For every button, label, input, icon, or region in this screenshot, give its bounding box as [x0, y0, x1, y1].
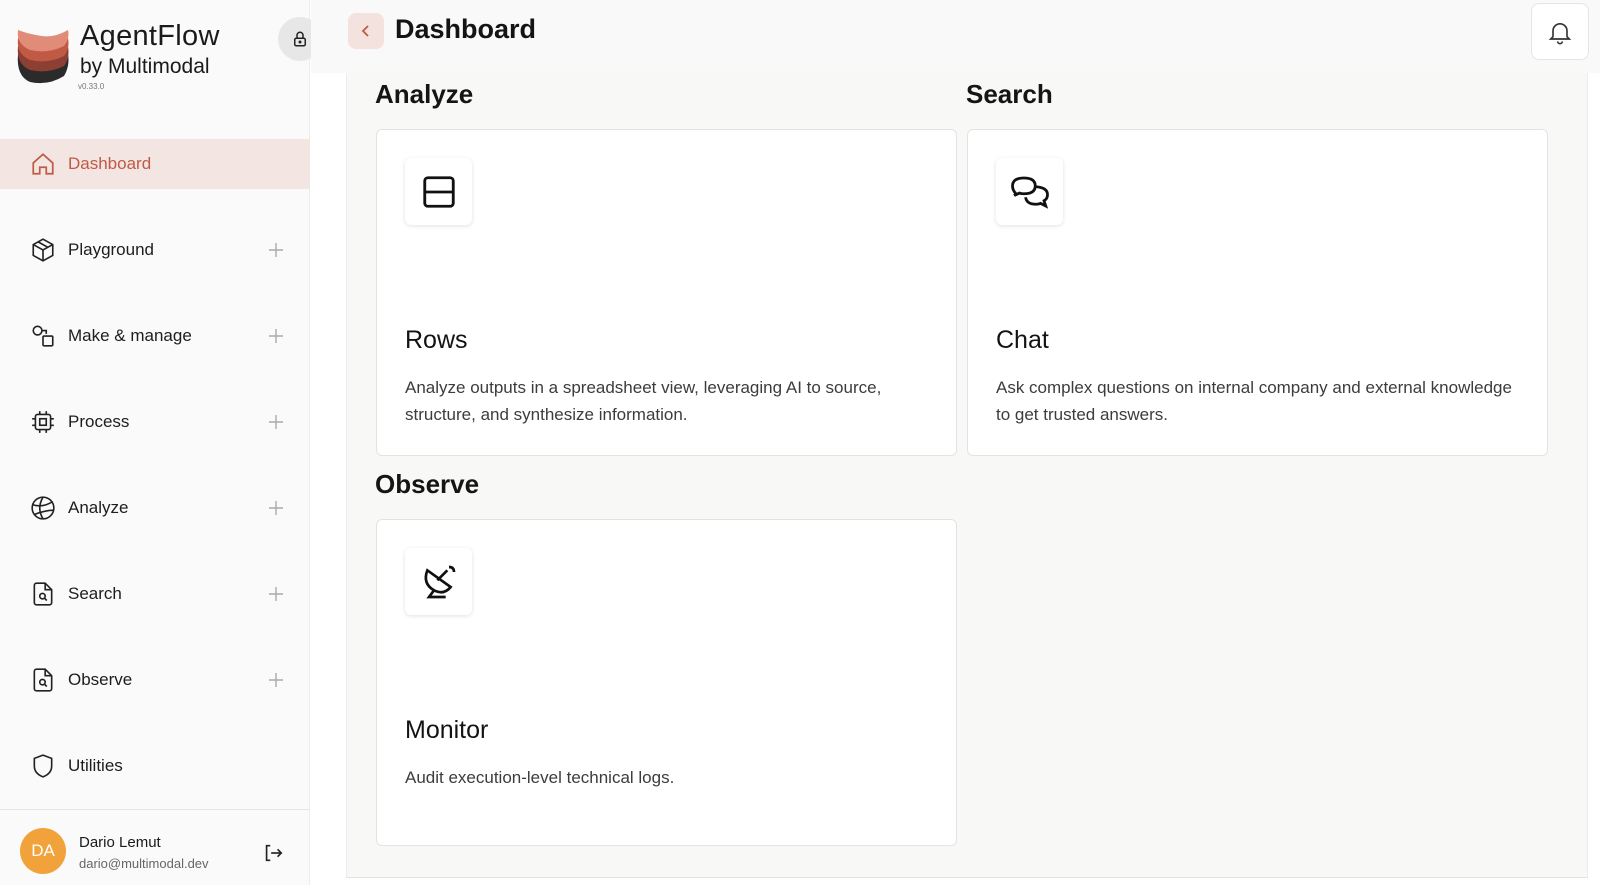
- file-search-icon: [30, 581, 56, 607]
- logout-icon[interactable]: [262, 842, 284, 864]
- plus-icon[interactable]: [266, 412, 286, 432]
- sidebar-item-label: Playground: [68, 240, 155, 259]
- plus-icon[interactable]: [266, 670, 286, 690]
- sidebar-item-label: Observe: [68, 670, 133, 689]
- lock-icon: [294, 31, 306, 47]
- section-title-observe: Observe: [375, 469, 480, 499]
- card-title: Chat: [996, 326, 1049, 354]
- sidebar-item-label: Make & manage: [68, 326, 192, 345]
- plus-icon[interactable]: [266, 584, 286, 604]
- plus-icon[interactable]: [266, 498, 286, 518]
- sidebar-item-playground[interactable]: Playground: [0, 225, 310, 275]
- user-profile: DA Dario Lemut dario@multimodal.dev: [0, 809, 310, 885]
- sidebar-item-process[interactable]: Process: [0, 397, 310, 447]
- card-title: Rows: [405, 326, 468, 354]
- brand-name: AgentFlow: [80, 20, 220, 52]
- sidebar: AgentFlow by Multimodal v0.33.0 Dashboar…: [0, 0, 322, 885]
- sidebar-item-label: Utilities: [68, 756, 123, 775]
- satellite-dish-icon: [405, 548, 472, 615]
- card-monitor[interactable]: Monitor Audit execution-level technical …: [376, 519, 957, 846]
- card-description: Ask complex questions on internal compan…: [996, 378, 1512, 424]
- sidebar-item-label: Dashboard: [68, 154, 152, 173]
- card-rows[interactable]: Rows Analyze outputs in a spreadsheet vi…: [376, 129, 957, 456]
- dashboard-content: Analyze Rows Analyze outputs in a spread…: [346, 73, 1588, 878]
- sidebar-item-label: Search: [68, 584, 122, 603]
- chat-bubbles-icon: [996, 158, 1063, 225]
- card-title: Monitor: [405, 716, 489, 744]
- shapes-icon: [30, 323, 56, 349]
- file-search-icon: [30, 667, 56, 693]
- shield-icon: [30, 753, 56, 779]
- avatar[interactable]: DA: [20, 828, 66, 874]
- rows-icon: [405, 158, 472, 225]
- sidebar-item-label: Process: [68, 412, 130, 431]
- user-email: dario@multimodal.dev: [79, 856, 209, 871]
- sidebar-item-utilities[interactable]: Utilities: [0, 741, 310, 791]
- sidebar-item-analyze[interactable]: Analyze: [0, 483, 310, 533]
- sidebar-nav: Dashboard Playground Make & manage Proce…: [0, 139, 310, 827]
- plus-icon[interactable]: [266, 326, 286, 346]
- brand[interactable]: AgentFlow by Multimodal v0.33.0: [14, 18, 294, 98]
- bell-icon: [1548, 22, 1572, 44]
- cube-icon: [30, 237, 56, 263]
- top-bar: Dashboard: [311, 0, 1600, 73]
- version-label: v0.33.0: [78, 82, 105, 91]
- sidebar-item-observe[interactable]: Observe: [0, 655, 310, 705]
- notifications-button[interactable]: [1531, 3, 1589, 60]
- collapse-sidebar-button[interactable]: [348, 13, 384, 49]
- ball-icon: [30, 495, 56, 521]
- chip-icon: [30, 409, 56, 435]
- sidebar-item-label: Analyze: [68, 498, 129, 517]
- card-chat[interactable]: Chat Ask complex questions on internal c…: [967, 129, 1548, 456]
- brand-subtitle: by Multimodal: [80, 55, 210, 78]
- user-name: Dario Lemut: [79, 834, 161, 851]
- chevron-left-icon: [361, 25, 369, 37]
- sidebar-item-search[interactable]: Search: [0, 569, 310, 619]
- page-title: Dashboard: [395, 14, 537, 44]
- home-icon: [30, 151, 56, 177]
- sidebar-item-dashboard[interactable]: Dashboard: [0, 139, 310, 189]
- agentflow-logo-icon: [17, 30, 69, 84]
- plus-icon[interactable]: [266, 240, 286, 260]
- sidebar-item-make-manage[interactable]: Make & manage: [0, 311, 310, 361]
- section-title-analyze: Analyze: [375, 79, 474, 109]
- card-description: Audit execution-level technical logs.: [405, 768, 675, 787]
- section-title-search: Search: [966, 79, 1053, 109]
- card-description: Analyze outputs in a spreadsheet view, l…: [405, 378, 882, 424]
